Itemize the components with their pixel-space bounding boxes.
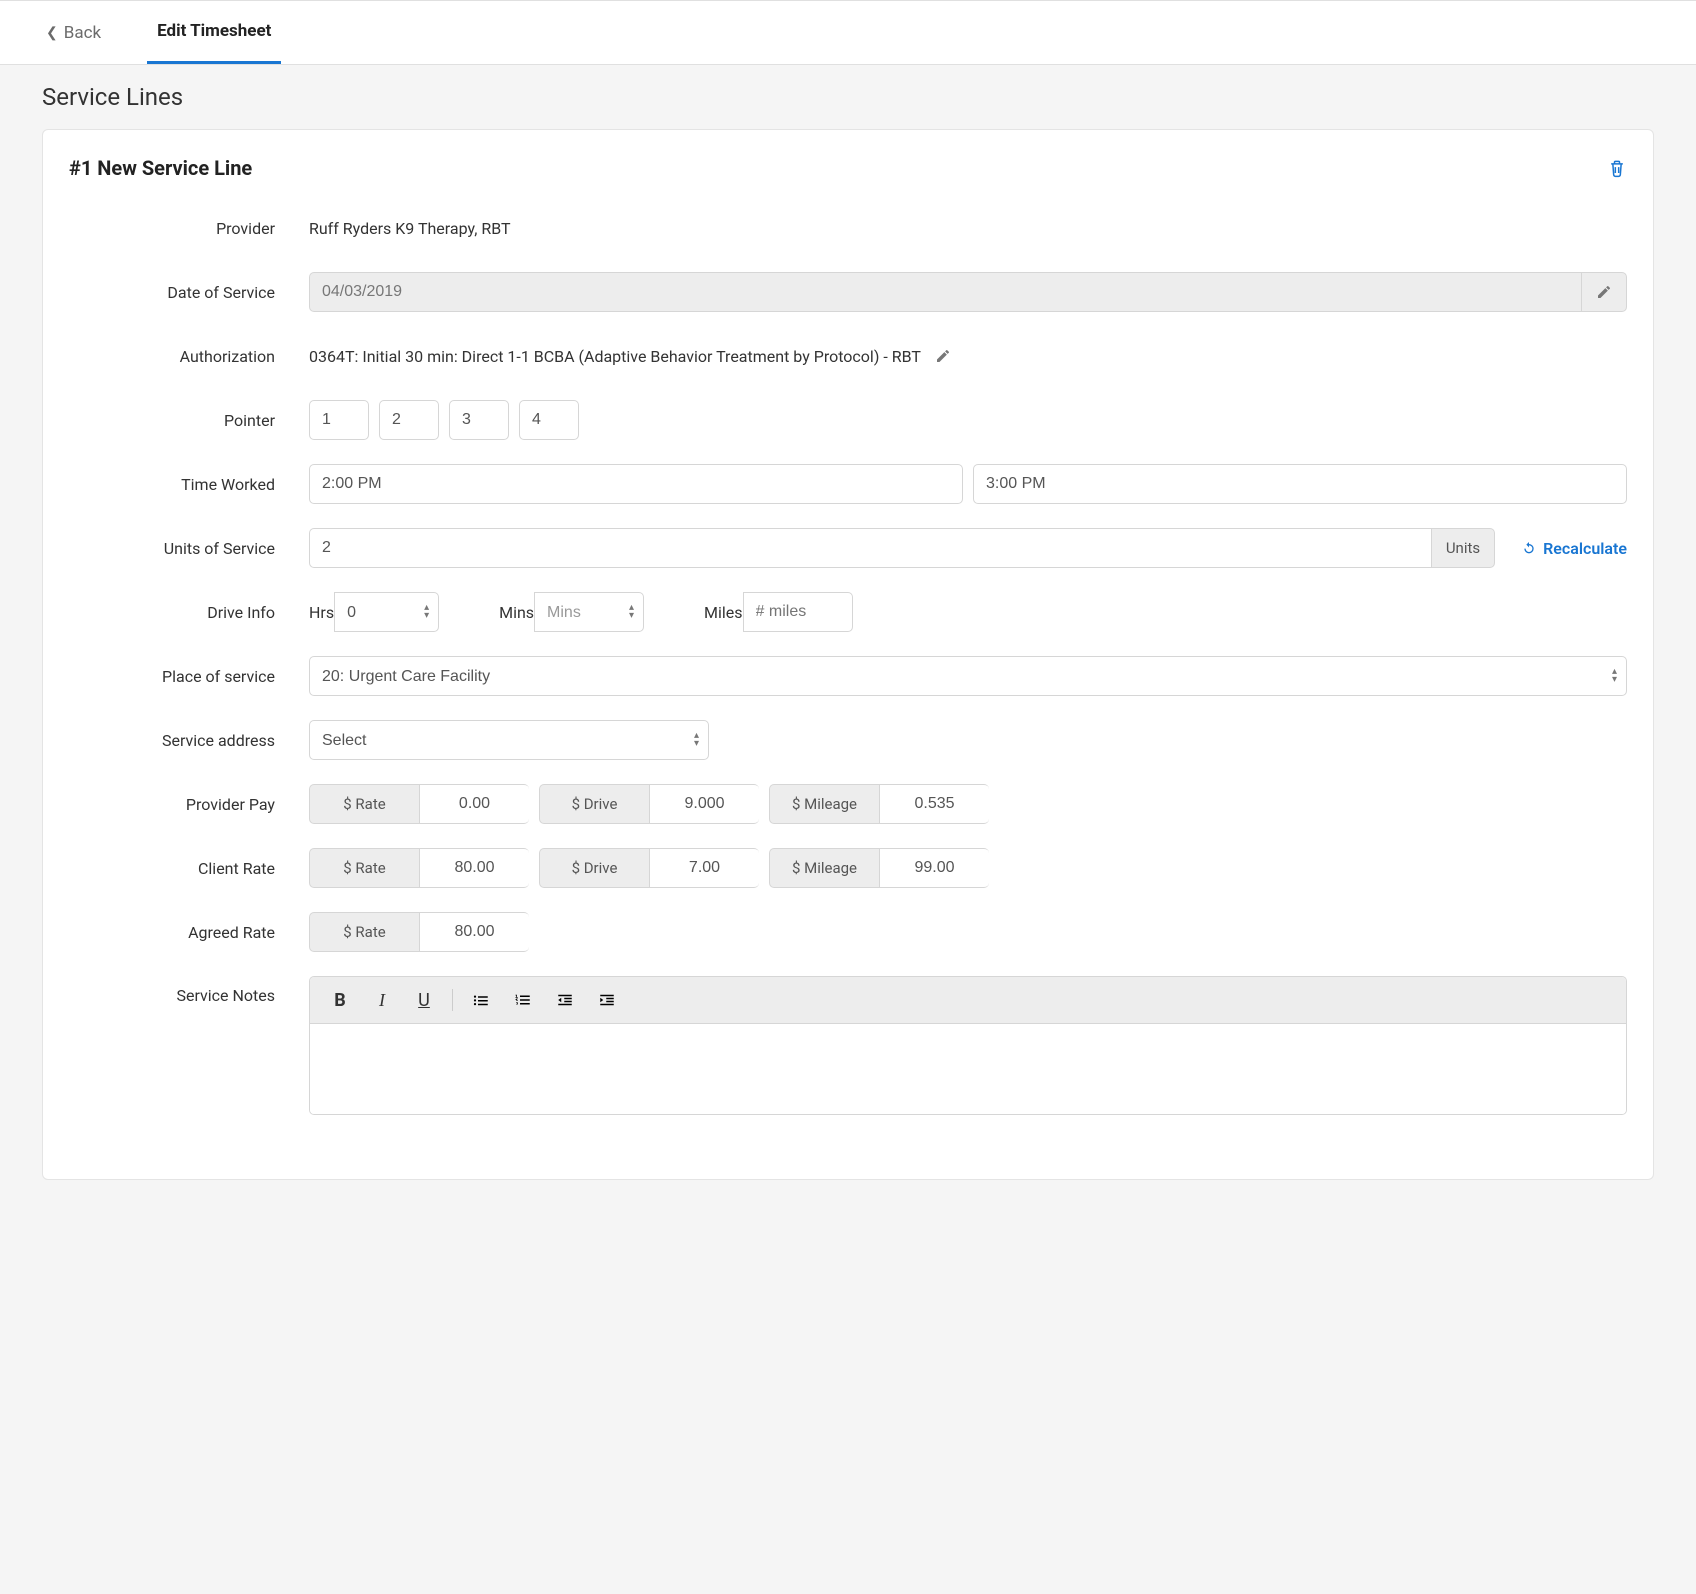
label-provider: Provider	[69, 219, 309, 238]
chevron-left-icon: ❮	[46, 25, 58, 41]
label-client-rate: Client Rate	[69, 859, 309, 878]
bold-button[interactable]: B	[320, 985, 360, 1015]
indent-button[interactable]	[587, 985, 627, 1015]
refresh-icon	[1521, 540, 1537, 556]
header-bar: ❮ Back Edit Timesheet	[0, 1, 1696, 65]
unordered-list-button[interactable]	[461, 985, 501, 1015]
units-suffix: Units	[1431, 528, 1495, 568]
label-agreed-rate: Agreed Rate	[69, 923, 309, 942]
drive-hrs-label: Hrs	[309, 603, 334, 622]
pointer-input-2[interactable]	[379, 400, 439, 440]
label-place-of-service: Place of service	[69, 667, 309, 686]
underline-button[interactable]: U	[404, 985, 444, 1015]
edit-date-button[interactable]	[1581, 272, 1627, 312]
label-service-notes: Service Notes	[69, 976, 309, 1005]
provider-mileage-input[interactable]	[879, 784, 989, 824]
drive-miles-input[interactable]	[743, 592, 853, 632]
provider-rate-label: $ Rate	[309, 784, 419, 824]
ordered-list-button[interactable]	[503, 985, 543, 1015]
pointer-input-1[interactable]	[309, 400, 369, 440]
back-label: Back	[64, 23, 101, 43]
time-start-input[interactable]	[309, 464, 963, 504]
label-date-of-service: Date of Service	[69, 283, 309, 302]
authorization-value: 0364T: Initial 30 min: Direct 1-1 BCBA (…	[309, 347, 921, 366]
back-button[interactable]: ❮ Back	[30, 3, 117, 63]
delete-icon[interactable]	[1607, 157, 1627, 179]
place-of-service-select[interactable]: 20: Urgent Care Facility	[309, 656, 1627, 696]
client-rate-input[interactable]	[419, 848, 529, 888]
outdent-icon	[556, 991, 574, 1009]
label-time-worked: Time Worked	[69, 475, 309, 494]
drive-miles-label: Miles	[704, 603, 743, 622]
drive-hrs-select[interactable]: 0	[334, 592, 439, 632]
pointer-input-3[interactable]	[449, 400, 509, 440]
provider-mileage-label: $ Mileage	[769, 784, 879, 824]
provider-value: Ruff Ryders K9 Therapy, RBT	[309, 219, 511, 238]
label-provider-pay: Provider Pay	[69, 795, 309, 814]
list-ol-icon	[514, 991, 532, 1009]
agreed-rate-label: $ Rate	[309, 912, 419, 952]
label-units-of-service: Units of Service	[69, 539, 309, 558]
outdent-button[interactable]	[545, 985, 585, 1015]
client-drive-label: $ Drive	[539, 848, 649, 888]
service-line-card: #1 New Service Line Provider Ruff Ryders…	[42, 129, 1654, 1180]
recalculate-link[interactable]: Recalculate	[1521, 539, 1627, 558]
italic-button[interactable]: I	[362, 985, 402, 1015]
service-notes-editor: B I U	[309, 976, 1627, 1115]
pencil-icon	[1596, 284, 1612, 300]
client-drive-input[interactable]	[649, 848, 759, 888]
indent-icon	[598, 991, 616, 1009]
toolbar-divider	[452, 989, 453, 1011]
service-notes-textarea[interactable]	[310, 1024, 1626, 1114]
card-title: #1 New Service Line	[69, 156, 252, 180]
drive-mins-select[interactable]: Mins	[534, 592, 644, 632]
provider-rate-input[interactable]	[419, 784, 529, 824]
units-input[interactable]	[309, 528, 1431, 568]
tab-edit-timesheet[interactable]: Edit Timesheet	[147, 1, 281, 64]
date-of-service-input[interactable]	[309, 272, 1581, 312]
page-title: Service Lines	[42, 83, 1696, 111]
list-ul-icon	[472, 991, 490, 1009]
label-pointer: Pointer	[69, 411, 309, 430]
time-end-input[interactable]	[973, 464, 1627, 504]
pointer-input-4[interactable]	[519, 400, 579, 440]
label-authorization: Authorization	[69, 347, 309, 366]
drive-mins-label: Mins	[499, 603, 534, 622]
edit-authorization-icon[interactable]	[935, 348, 951, 364]
provider-drive-label: $ Drive	[539, 784, 649, 824]
label-drive-info: Drive Info	[69, 603, 309, 622]
label-service-address: Service address	[69, 731, 309, 750]
client-mileage-label: $ Mileage	[769, 848, 879, 888]
service-address-select[interactable]: Select	[309, 720, 709, 760]
provider-drive-input[interactable]	[649, 784, 759, 824]
agreed-rate-input[interactable]	[419, 912, 529, 952]
client-rate-label: $ Rate	[309, 848, 419, 888]
client-mileage-input[interactable]	[879, 848, 989, 888]
